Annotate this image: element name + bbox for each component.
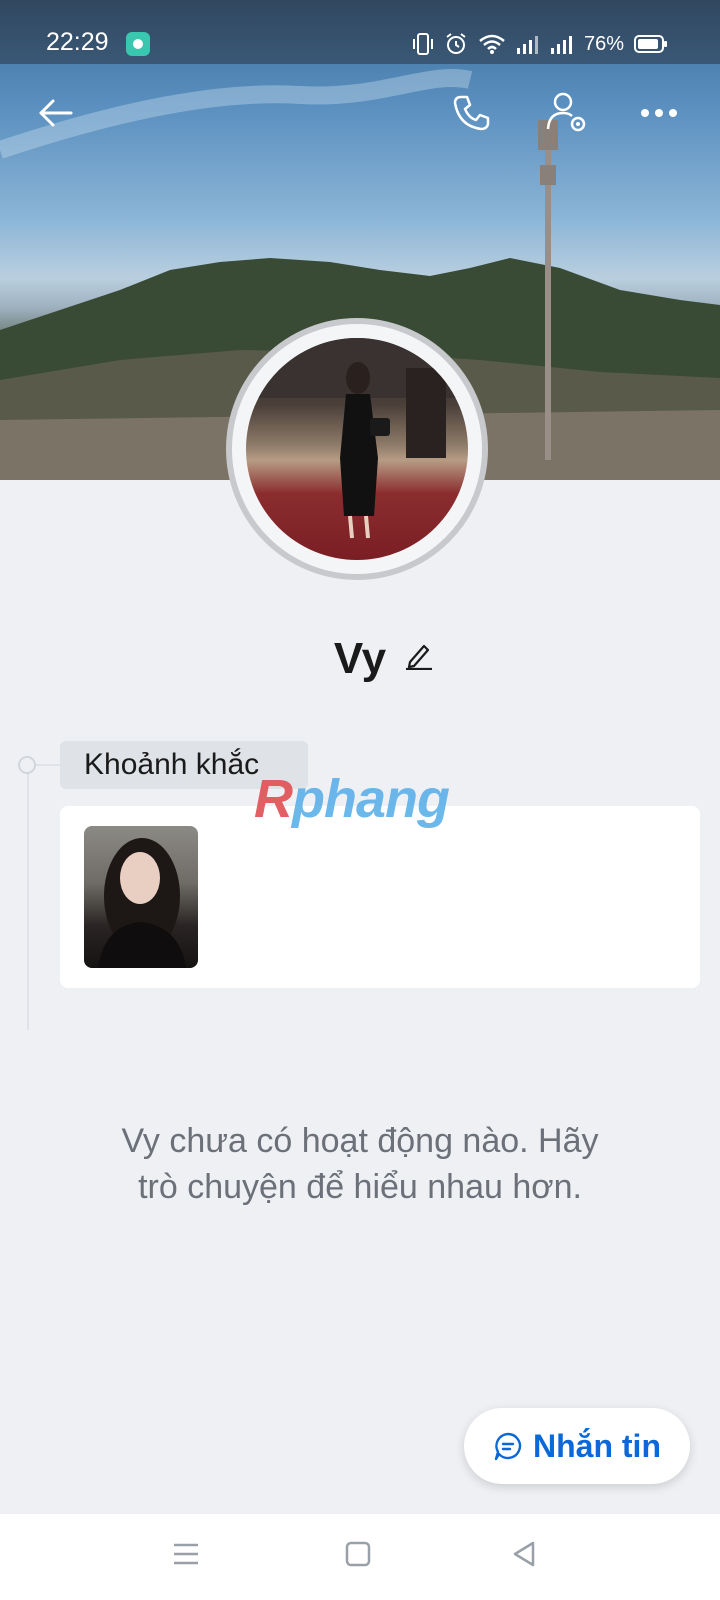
status-time: 22:29 [46, 28, 109, 56]
system-navigation-bar [0, 1514, 720, 1600]
alarm-icon [446, 33, 466, 54]
phone-icon [453, 95, 490, 131]
arrow-left-icon [39, 99, 73, 127]
empty-state-line-2: trò chuyện để hiểu nhau hơn. [138, 1168, 582, 1206]
profile-settings-button[interactable] [542, 88, 592, 138]
call-button[interactable] [446, 88, 496, 138]
signal-icon [516, 36, 538, 54]
empty-state-line-1: Vy chưa có hoạt động nào. Hãy [121, 1122, 599, 1160]
back-button[interactable] [30, 88, 80, 138]
signal-icon [550, 36, 572, 54]
message-button-label: Nhắn tin [533, 1427, 661, 1464]
recents-button[interactable] [166, 1534, 206, 1574]
edit-name-button[interactable] [404, 640, 434, 671]
chat-bubble-icon [494, 1432, 522, 1461]
watermark-r: R [254, 769, 293, 829]
watermark-rest: phang [292, 769, 450, 829]
more-button[interactable] [634, 88, 684, 138]
battery-icon [634, 35, 667, 53]
timeline-line [27, 768, 29, 1030]
wifi-icon [479, 34, 505, 54]
pencil-icon [406, 644, 432, 671]
user-settings-icon [546, 92, 586, 132]
triangle-back-icon [513, 1541, 535, 1567]
status-bar: 22:29 76% [0, 0, 720, 64]
avatar-photo [246, 338, 468, 539]
watermark-logo: Rphang [254, 768, 450, 830]
battery-percent: 76% [583, 32, 624, 55]
square-icon [345, 1541, 371, 1567]
menu-icon [174, 1543, 198, 1565]
moment-thumbnail[interactable] [84, 826, 198, 968]
timeline-branch [36, 764, 60, 766]
message-button[interactable]: Nhắn tin [464, 1408, 690, 1484]
more-horizontal-icon [641, 109, 677, 117]
timeline-dot [18, 756, 36, 774]
vibrate-icon [412, 33, 433, 55]
app-notification-icon [126, 32, 150, 56]
profile-name: Vy [333, 634, 387, 683]
moment-photo [98, 838, 186, 968]
empty-state-text: Vy chưa có hoạt động nào. Hãy trò chuyện… [60, 1118, 660, 1210]
system-back-button[interactable] [504, 1534, 544, 1574]
status-icons: 76% [412, 30, 668, 58]
home-button[interactable] [338, 1534, 378, 1574]
avatar[interactable] [246, 338, 468, 560]
